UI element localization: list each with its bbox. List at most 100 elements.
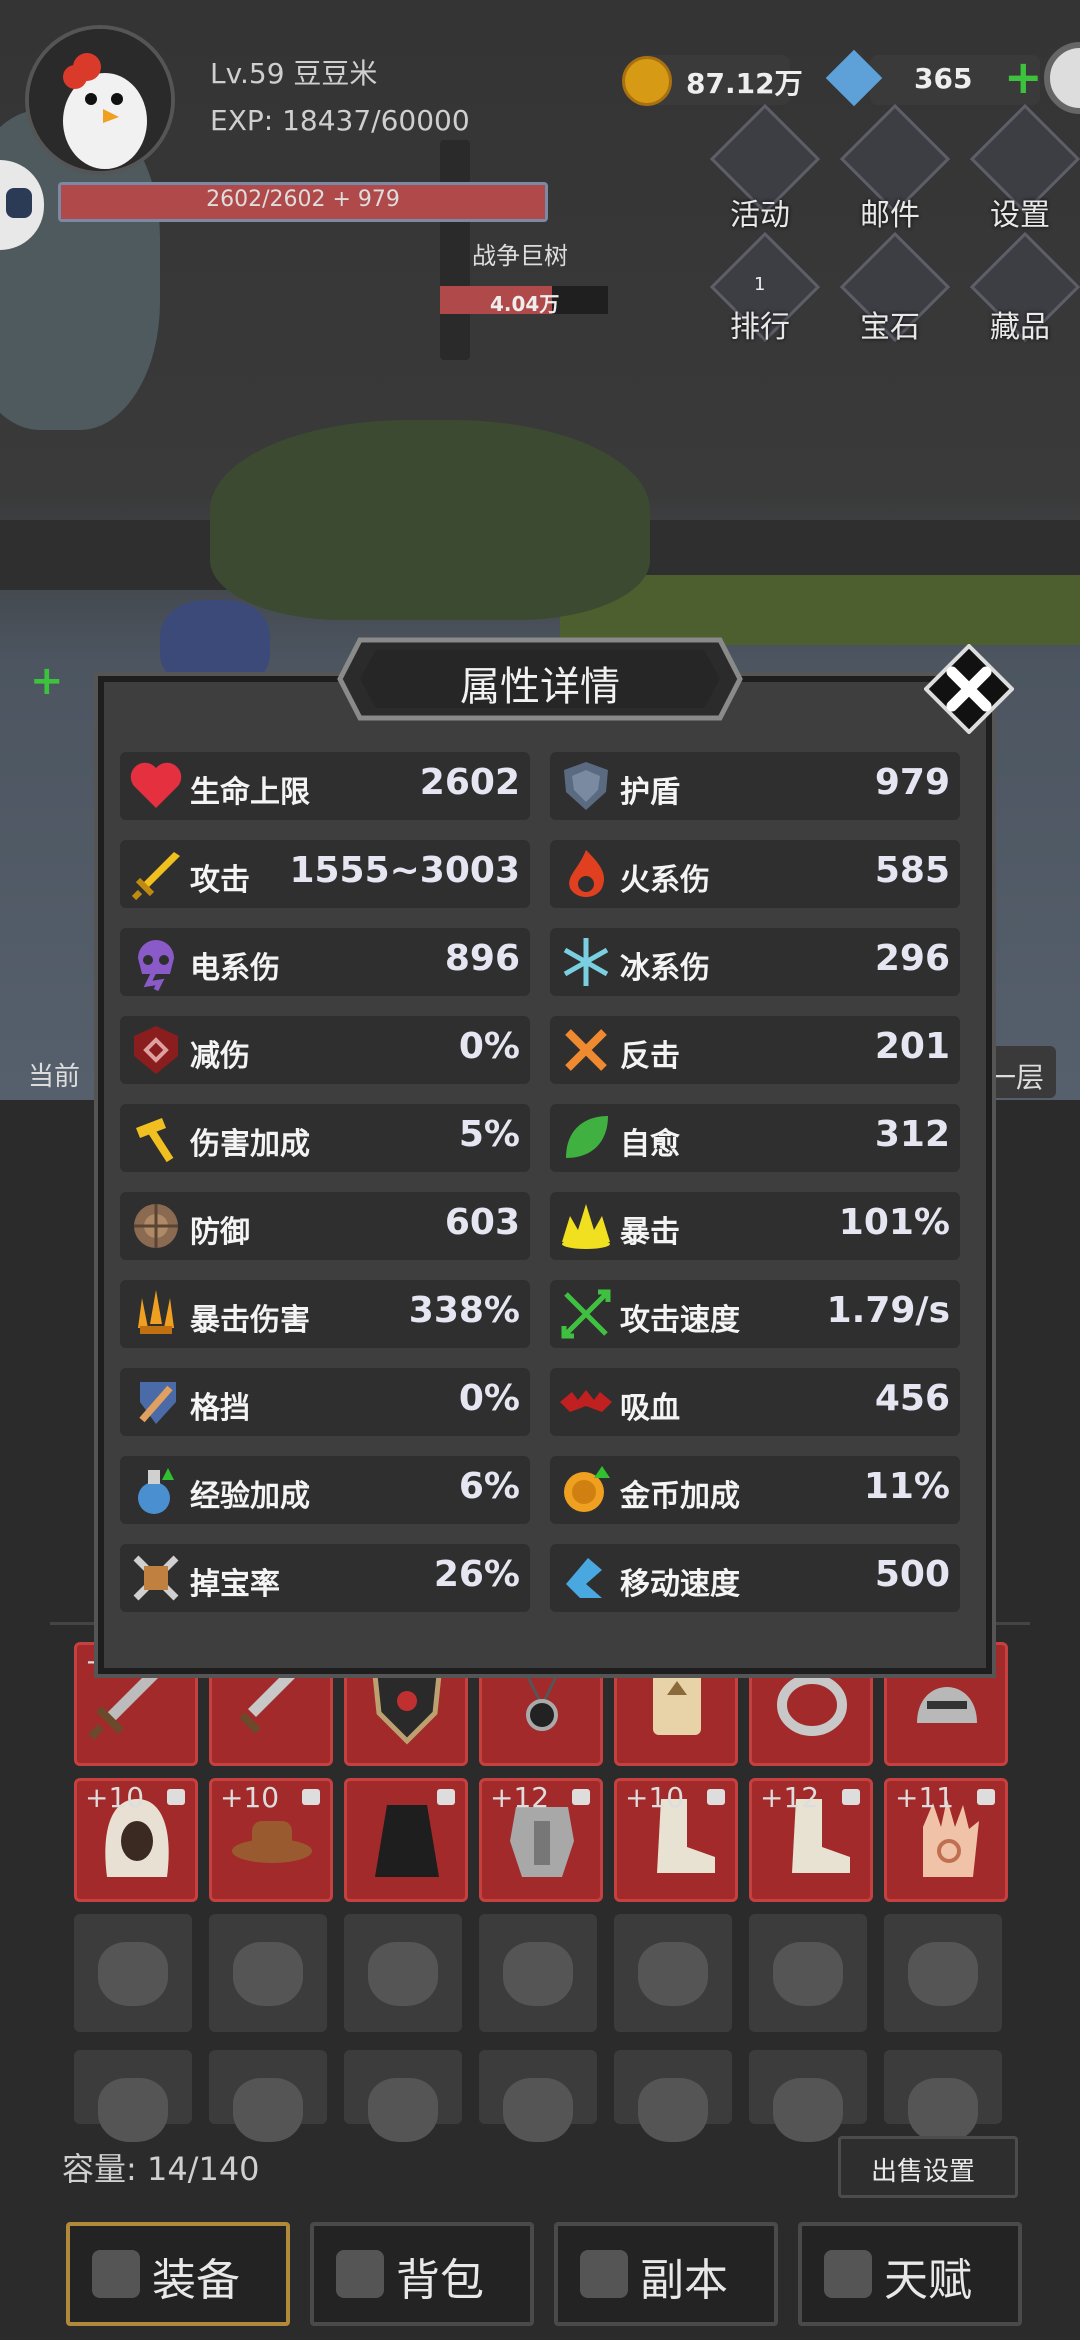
nav-settings-button[interactable]: 设置 [968,103,1080,233]
stat-value: 26% [433,1554,520,1595]
tab-talent[interactable]: 天赋 [798,2222,1022,2326]
stat-label: 自愈 [620,1127,680,1162]
empty-inventory-slot[interactable] [884,1914,1002,2032]
stat-row: 冰系伤 296 [550,928,960,996]
stat-label: 生命上限 [190,775,310,810]
stat-value: 979 [874,762,950,803]
nav-gem-button[interactable]: 宝石 [838,231,951,345]
bat-icon [560,1390,612,1412]
stat-label: 电系伤 [190,951,280,986]
stat-row: 护盾 979 [550,752,960,820]
empty-inventory-slot[interactable] [884,2050,1002,2142]
heart-icon [130,762,182,808]
boss-war-tree[interactable] [210,420,650,620]
bag-icon [638,1942,708,2006]
equipment-slot[interactable]: +10 [209,1778,333,1902]
empty-inventory-slot[interactable] [74,1914,192,2032]
crossed-arrows-icon [561,1289,611,1339]
lock-icon [842,1789,860,1805]
lock-icon [167,1789,185,1805]
empty-inventory-slot[interactable] [479,1914,597,2032]
empty-inventory-slot[interactable] [74,2050,192,2142]
stat-value: 896 [444,938,520,979]
equipment-slot[interactable]: +12 [479,1778,603,1902]
sell-settings-button[interactable]: 出售设置 [838,2136,1018,2198]
stat-label: 移动速度 [620,1567,740,1602]
bag-icon [503,1942,573,2006]
bag-icon [233,2078,303,2142]
empty-inventory-slot[interactable] [344,1914,462,2032]
shield-icon [564,762,608,810]
nav-collection-button[interactable]: 藏品 [968,231,1080,345]
stat-value: 5% [458,1114,520,1155]
heal-plus-text: + [30,658,64,704]
bag-icon [368,2078,438,2142]
empty-inventory-slot[interactable] [209,1914,327,2032]
equipment-slot[interactable]: +10 [74,1778,198,1902]
counter-swords-icon [565,1029,607,1071]
stat-value: 0% [458,1026,520,1067]
empty-inventory-slot[interactable] [749,1914,867,2032]
stat-row: 暴击伤害 338% [120,1280,530,1348]
loot-crossed-swords-icon [133,1555,179,1601]
nav-activity-button[interactable]: 活动 [708,103,821,233]
stat-value: 2602 [419,762,520,803]
stat-value: 11% [863,1466,950,1507]
empty-inventory-slot[interactable] [344,2050,462,2142]
stat-label: 伤害加成 [190,1127,310,1162]
nav-rank-button[interactable]: 1 排行 [708,231,821,345]
tree-trunk-decoration [440,140,470,360]
stat-value: 603 [444,1202,520,1243]
player-avatar[interactable] [25,25,175,175]
stat-label: 暴击 [620,1215,680,1250]
empty-inventory-slot[interactable] [749,2050,867,2142]
sell-settings-label: 出售设置 [871,2157,976,2187]
stat-value: 456 [874,1378,950,1419]
tab-dungeon[interactable]: 副本 [554,2222,778,2326]
empty-inventory-slot[interactable] [614,1914,732,2032]
empty-inventory-slot[interactable] [614,2050,732,2142]
nav-mail-button[interactable]: 邮件 [838,103,951,233]
equipment-slot[interactable]: +11 [884,1778,1008,1902]
equipment-slot[interactable] [344,1778,468,1902]
next-floor-label: 一层 [988,1061,1045,1094]
stat-row: 生命上限 2602 [120,752,530,820]
empty-inventory-slot[interactable] [479,2050,597,2142]
damage-reduction-shield-icon [134,1026,178,1074]
player-hp-bar: 2602/2602 + 979 [58,182,548,222]
equipment-slot[interactable]: +12 [749,1778,873,1902]
stat-value: 1.79/s [826,1290,950,1331]
stat-label: 反击 [620,1039,680,1074]
stat-label: 掉宝率 [190,1567,280,1602]
stat-label: 吸血 [620,1391,680,1426]
tab-backpack[interactable]: 背包 [310,2222,534,2326]
equipment-level: +10 [85,1781,145,1814]
equipment-level: +11 [895,1781,955,1814]
stat-value: 338% [408,1290,520,1331]
stat-row: 暴击 101% [550,1192,960,1260]
backpack-icon [336,2250,384,2298]
capacity-text: 容量: 14/140 [62,2150,260,2188]
stat-value: 585 [874,850,950,891]
gem-amount: 365 [914,62,973,95]
bag-icon [368,1942,438,2006]
close-button[interactable] [923,643,1015,735]
tab-equipment-label: 装备 [152,2255,240,2306]
modal-title: 属性详情 [460,664,620,710]
lock-icon [572,1789,590,1805]
stat-label: 冰系伤 [620,951,710,986]
stat-row: 格挡 0% [120,1368,530,1436]
stat-label: 经验加成 [190,1479,310,1514]
bag-icon [908,2078,978,2142]
stat-label: 火系伤 [620,863,710,898]
bag-icon [233,1942,303,2006]
equipment-level: +12 [760,1781,820,1814]
modal-title-banner: 属性详情 [336,636,744,722]
equipment-slot[interactable]: +10 [614,1778,738,1902]
nav-collection-label: 藏品 [990,310,1050,345]
empty-inventory-slot[interactable] [209,2050,327,2142]
tab-equipment[interactable]: 装备 [66,2222,290,2326]
stat-row: 防御 603 [120,1192,530,1260]
bag-icon [98,1942,168,2006]
add-gems-button[interactable]: + [1004,50,1043,104]
